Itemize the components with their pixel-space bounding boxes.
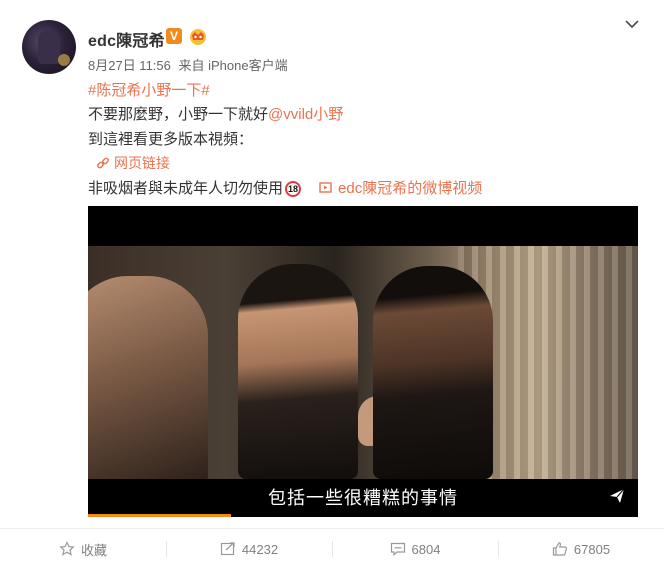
warning-text: 非吸烟者與未成年人切勿使用 bbox=[88, 180, 284, 197]
star-icon bbox=[59, 541, 75, 556]
post-text: 不要那麼野，小野一下就好 bbox=[88, 106, 269, 123]
post-source: 来自 iPhone客户端 bbox=[178, 58, 288, 73]
age-18-icon: 18 bbox=[285, 181, 302, 197]
post-date[interactable]: 8月27日 11:56 bbox=[88, 58, 171, 73]
warning-line: 非吸烟者與未成年人切勿使用 18 edc陳冠希的微博视频 bbox=[88, 177, 482, 198]
person-center bbox=[238, 264, 358, 479]
repost-icon bbox=[220, 542, 235, 556]
thumbs-up-icon bbox=[552, 542, 567, 556]
video-link-label: edc陳冠希的微博视频 bbox=[338, 180, 483, 197]
like-count: 67805 bbox=[573, 541, 611, 557]
member-crown-icon bbox=[190, 29, 206, 45]
video-subtitle: 包括一些很糟糕的事情 bbox=[268, 488, 458, 508]
mention-link[interactable]: @vvild小野 bbox=[268, 106, 343, 123]
post-meta: 8月27日 11:56 来自 iPhone客户端 bbox=[88, 55, 288, 74]
video-frame bbox=[88, 246, 638, 479]
hashtag-link[interactable]: #陈冠希小野一下# bbox=[88, 82, 210, 99]
repost-count: 44232 bbox=[241, 541, 279, 557]
video-player[interactable]: 包括一些很糟糕的事情 bbox=[88, 206, 638, 517]
post-text-line-2: 到這裡看更多版本視頻： bbox=[88, 131, 254, 148]
video-progress-bar[interactable] bbox=[88, 514, 231, 517]
hashtag-line: #陈冠希小野一下# bbox=[88, 79, 210, 100]
verified-badge-icon: V bbox=[166, 28, 182, 44]
person-left bbox=[88, 276, 208, 479]
username[interactable]: edc陳冠希 bbox=[88, 27, 165, 51]
action-bar: 收藏 44232 6804 67805 bbox=[0, 529, 664, 569]
comment-count: 6804 bbox=[411, 541, 441, 557]
like-button[interactable]: 67805 bbox=[498, 529, 664, 569]
avatar-figure bbox=[38, 30, 60, 64]
video-link[interactable]: edc陳冠希的微博视频 bbox=[319, 180, 482, 197]
avatar[interactable] bbox=[22, 20, 76, 74]
person-right bbox=[373, 266, 493, 479]
web-link-label: 网页链接 bbox=[114, 155, 170, 171]
post-text-line: 不要那麼野，小野一下就好@vvild小野 bbox=[88, 103, 343, 124]
comment-button[interactable]: 6804 bbox=[332, 529, 498, 569]
web-link[interactable]: 网页链接 bbox=[96, 153, 170, 173]
repost-button[interactable]: 44232 bbox=[166, 529, 332, 569]
link-icon bbox=[97, 157, 109, 169]
paper-plane-icon[interactable] bbox=[608, 487, 626, 505]
chevron-down-icon[interactable] bbox=[624, 18, 640, 30]
comment-icon bbox=[390, 542, 405, 557]
favorite-button[interactable]: 收藏 bbox=[0, 529, 166, 569]
favorite-label: 收藏 bbox=[80, 542, 107, 558]
avatar-glow bbox=[58, 54, 70, 66]
video-icon bbox=[319, 182, 332, 193]
